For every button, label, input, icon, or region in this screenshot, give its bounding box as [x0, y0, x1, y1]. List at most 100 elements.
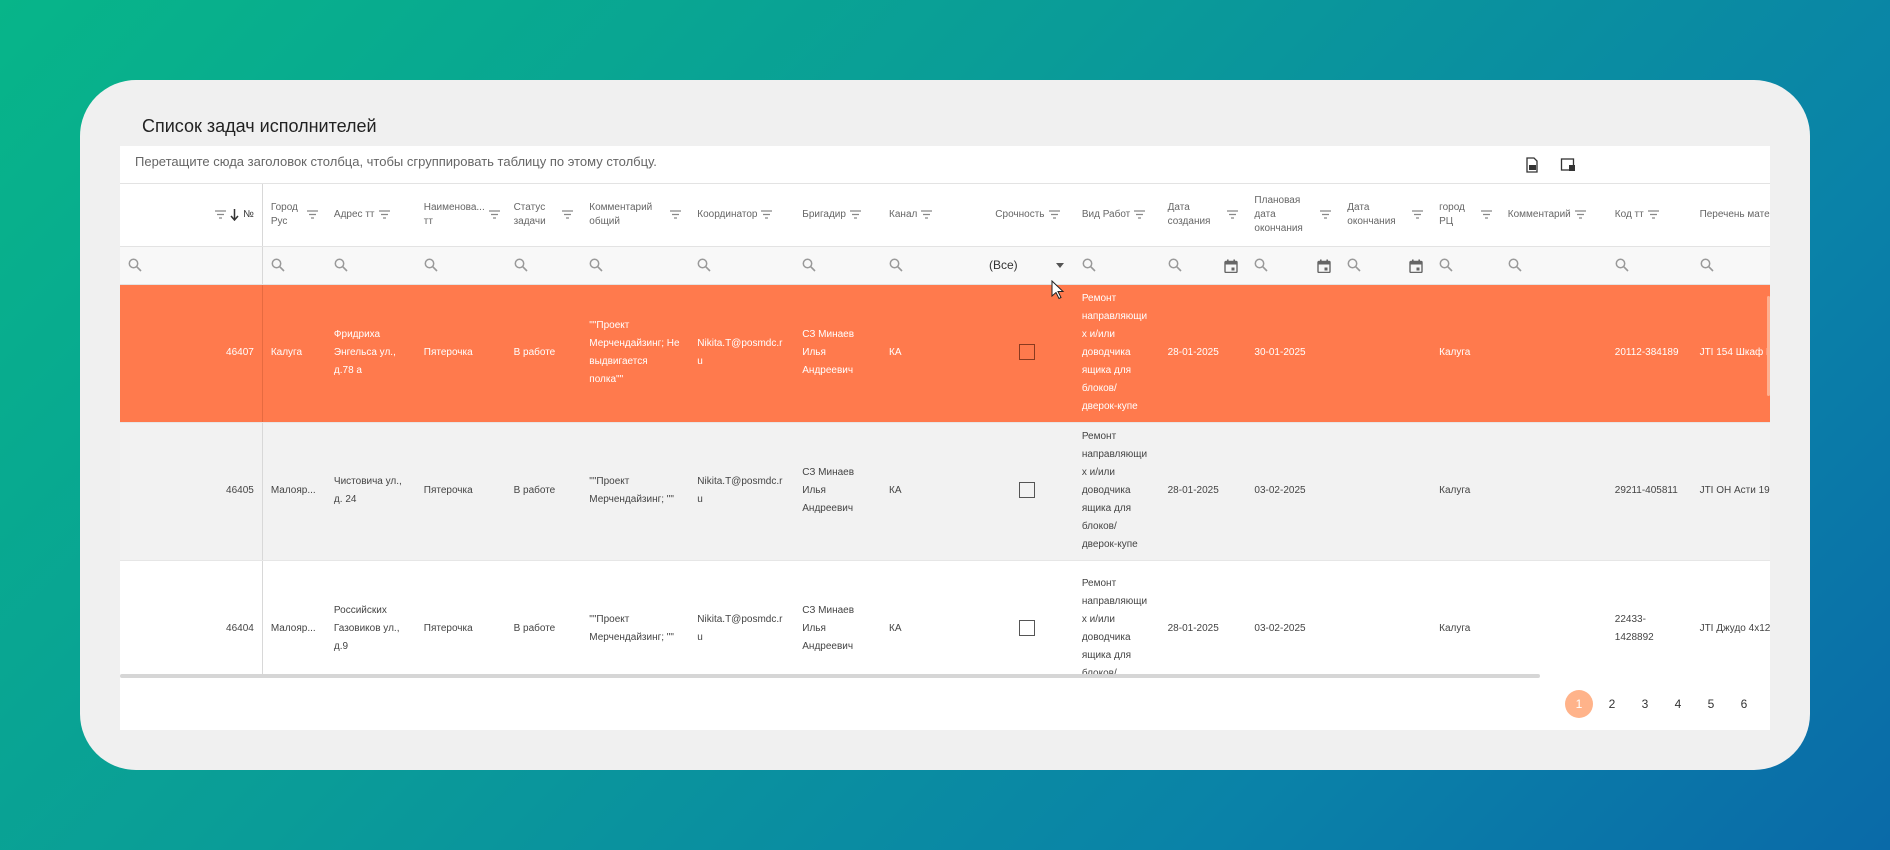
filter-icon[interactable]	[306, 210, 318, 219]
col-label: Наименова... тт	[423, 201, 485, 227]
col-header-urgency[interactable]: Срочность	[980, 184, 1074, 247]
page-button-3[interactable]: 3	[1631, 690, 1659, 718]
cell-code: 20112-384189	[1606, 284, 1692, 423]
col-header-foreman[interactable]: Бригадир	[794, 184, 882, 247]
vertical-scrollbar[interactable]	[1767, 296, 1770, 396]
col-header-num[interactable]: №	[120, 184, 263, 247]
urgency-checkbox[interactable]	[1019, 482, 1036, 499]
select-value: (Все)	[988, 258, 1018, 272]
filter-cell[interactable]	[120, 246, 263, 285]
cell-coordinator: Nikita.T@posmdc.ru	[689, 422, 795, 561]
table-row[interactable]: 46404 Малояр... Российских Газовиков ул.…	[120, 560, 1770, 674]
filter-cell[interactable]	[1073, 246, 1160, 285]
page-button-2[interactable]: 2	[1598, 690, 1626, 718]
filter-cell[interactable]	[1431, 246, 1500, 285]
page-button-1[interactable]: 1	[1565, 690, 1593, 718]
urgency-checkbox[interactable]	[1019, 344, 1036, 361]
filter-icon[interactable]	[562, 210, 574, 219]
data-grid: Перетащите сюда заголовок столбца, чтобы…	[120, 146, 1770, 730]
tasks-table: № Город Рус Адрес тт Наименова... тт Ста…	[120, 184, 1770, 674]
col-header-end[interactable]: Дата окончания	[1339, 184, 1432, 247]
export-excel-button[interactable]	[1522, 156, 1542, 174]
grid-body-scroller[interactable]: № Город Рус Адрес тт Наименова... тт Ста…	[120, 184, 1770, 674]
col-header-rc-city[interactable]: город РЦ	[1431, 184, 1500, 247]
urgency-filter-select[interactable]: (Все)	[980, 246, 1074, 285]
filter-cell[interactable]	[1606, 246, 1692, 285]
cell-channel: КА	[881, 422, 981, 561]
col-header-code[interactable]: Код тт	[1606, 184, 1692, 247]
col-header-comment2[interactable]: Комментарий	[1499, 184, 1607, 247]
filter-cell[interactable]	[1499, 246, 1607, 285]
calendar-icon[interactable]	[1409, 259, 1423, 273]
cell-urgency	[980, 284, 1074, 423]
pagination: 1 2 3 4 5 6	[1565, 690, 1758, 718]
filter-icon[interactable]	[1647, 210, 1659, 219]
filter-cell[interactable]	[1246, 246, 1340, 285]
filter-icon[interactable]	[378, 210, 390, 219]
filter-icon[interactable]	[1480, 210, 1492, 219]
filter-cell[interactable]	[1691, 246, 1770, 285]
cell-status: В работе	[505, 422, 582, 561]
cell-comment: ""Проект Мерчендайзинг; ""	[581, 422, 690, 561]
filter-icon[interactable]	[488, 210, 500, 219]
cell-comment2	[1499, 284, 1607, 423]
col-header-status[interactable]: Статус задачи	[505, 184, 582, 247]
col-header-comment[interactable]: Комментарий общий	[581, 184, 690, 247]
filter-cell[interactable]	[1339, 246, 1432, 285]
filter-icon[interactable]	[921, 210, 933, 219]
filter-icon[interactable]	[849, 210, 861, 219]
col-header-address[interactable]: Адрес тт	[325, 184, 416, 247]
table-row[interactable]: 46405 Малояр... Чистовича ул., д. 24 Пят…	[120, 422, 1770, 561]
filter-icon[interactable]	[1574, 210, 1586, 219]
search-icon	[1700, 258, 1714, 272]
cell-foreman: СЗ Минаев Илья Андреевич	[794, 422, 882, 561]
search-icon	[1168, 258, 1182, 272]
filter-cell[interactable]	[581, 246, 690, 285]
column-chooser-button[interactable]	[1558, 156, 1578, 174]
filter-icon[interactable]	[761, 210, 773, 219]
col-header-work-type[interactable]: Вид Работ	[1073, 184, 1160, 247]
filter-icon[interactable]	[670, 210, 682, 219]
col-header-coordinator[interactable]: Координатор	[689, 184, 795, 247]
filter-icon[interactable]	[215, 210, 227, 219]
col-header-planned-end[interactable]: Плановая дата окончания	[1246, 184, 1340, 247]
filter-cell[interactable]	[794, 246, 882, 285]
filter-icon[interactable]	[1227, 210, 1239, 219]
filter-icon[interactable]	[1412, 210, 1424, 219]
cell-address: Чистовича ул., д. 24	[325, 422, 416, 561]
cell-created: 28-01-2025	[1159, 422, 1247, 561]
col-header-channel[interactable]: Канал	[881, 184, 981, 247]
search-icon	[128, 258, 142, 272]
cell-rc-city: Калуга	[1431, 422, 1500, 561]
horizontal-scrollbar[interactable]	[120, 674, 1540, 678]
filter-cell[interactable]	[505, 246, 582, 285]
page-button-5[interactable]: 5	[1697, 690, 1725, 718]
filter-cell[interactable]	[881, 246, 981, 285]
col-label: Адрес тт	[333, 208, 375, 220]
filter-icon[interactable]	[1048, 210, 1060, 219]
table-row[interactable]: 46407 Калуга Фридриха Энгельса ул., д.78…	[120, 284, 1770, 423]
col-header-name[interactable]: Наименова... тт	[415, 184, 506, 247]
col-header-materials[interactable]: Перечень матери	[1691, 184, 1770, 247]
filter-cell[interactable]	[325, 246, 416, 285]
group-panel[interactable]: Перетащите сюда заголовок столбца, чтобы…	[120, 146, 1770, 184]
col-header-created[interactable]: Дата создания	[1159, 184, 1247, 247]
filter-cell[interactable]	[1159, 246, 1247, 285]
search-icon	[1508, 258, 1522, 272]
calendar-icon[interactable]	[1224, 259, 1239, 273]
cell-coordinator: Nikita.T@posmdc.ru	[689, 560, 795, 674]
cell-name: Пятерочка	[415, 284, 506, 423]
urgency-checkbox[interactable]	[1019, 620, 1036, 637]
col-label: Город Рус	[270, 201, 298, 227]
filter-icon[interactable]	[1320, 210, 1332, 219]
col-header-city[interactable]: Город Рус	[262, 184, 326, 247]
calendar-icon[interactable]	[1317, 259, 1331, 273]
filter-cell[interactable]	[415, 246, 506, 285]
page-button-6[interactable]: 6	[1730, 690, 1758, 718]
search-icon	[334, 258, 348, 272]
filter-icon[interactable]	[1134, 210, 1146, 219]
filter-cell[interactable]	[262, 246, 326, 285]
page-button-4[interactable]: 4	[1664, 690, 1692, 718]
filter-cell[interactable]	[689, 246, 795, 285]
cell-name: Пятерочка	[415, 560, 506, 674]
